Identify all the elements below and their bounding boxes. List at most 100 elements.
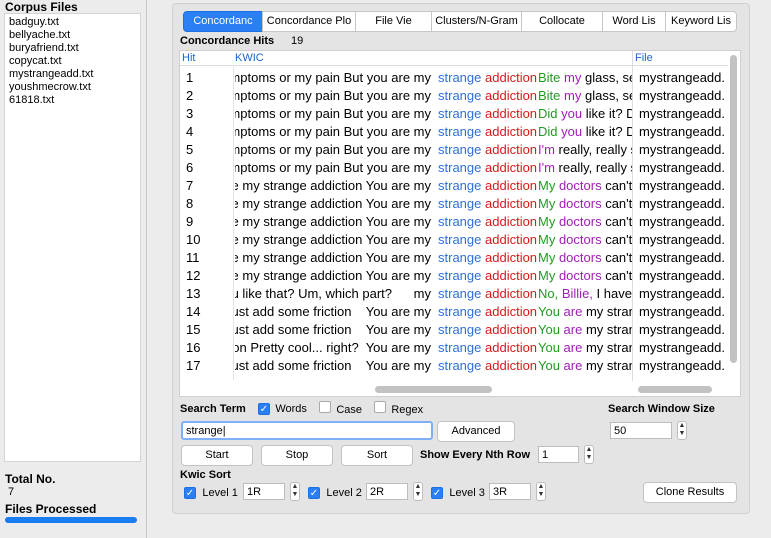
- tab-word-list[interactable]: Word Lis: [602, 11, 666, 32]
- right-context-word: Did: [538, 106, 558, 121]
- tab-keyword-list[interactable]: Keyword Lis: [665, 11, 737, 32]
- left-context-text: are my strange addiction You are my: [235, 250, 431, 265]
- node-word: strange: [438, 232, 482, 247]
- total-no-value: 7: [8, 486, 15, 498]
- right-context: No, Billie, I haven: [538, 285, 632, 303]
- corpus-file-item[interactable]: youshmecrow.txt: [9, 81, 91, 94]
- file-name: mystrangeadd.t: [639, 196, 724, 211]
- corpus-file-list[interactable]: badguy.txt bellyache.txt buryafriend.txt co…: [4, 13, 141, 462]
- search-window-size-label: Search Window Size: [608, 403, 715, 415]
- search-term-input[interactable]: strange|: [181, 421, 433, 440]
- search-window-size-stepper[interactable]: ▲ ▼: [677, 421, 687, 440]
- level-2-option[interactable]: ✓ Level 2: [308, 485, 362, 499]
- file-name: mystrangeadd.t: [639, 304, 724, 319]
- column-header-hit[interactable]: Hit: [182, 51, 195, 65]
- file-horizontal-scrollbar[interactable]: [638, 386, 712, 393]
- table-row[interactable]: 13 you like that? Um, which part? my stran…: [180, 285, 728, 303]
- table-row[interactable]: 4 symptoms or my pain But you are my stran…: [180, 123, 728, 141]
- right-context-word: I haven: [596, 286, 632, 301]
- corpus-file-item[interactable]: mystrangeadd.txt: [9, 68, 93, 81]
- file-name: mystrangeadd.t: [639, 286, 724, 301]
- table-row[interactable]: 8 are my strange addiction You are my stra…: [180, 195, 728, 213]
- corpus-file-item[interactable]: badguy.txt: [9, 16, 59, 29]
- advanced-button[interactable]: Advanced: [437, 421, 515, 442]
- start-button[interactable]: Start: [181, 445, 253, 466]
- level-1-checkbox[interactable]: ✓: [184, 487, 196, 499]
- right-context-word: my strange: [585, 358, 632, 373]
- table-row[interactable]: 10 are my strange addiction You are my str…: [180, 231, 728, 249]
- nth-row-input[interactable]: 1: [538, 446, 579, 463]
- right-context-word: My: [538, 268, 556, 283]
- level-3-input[interactable]: 3R: [489, 483, 531, 500]
- left-context-text: symptoms or my pain But you are my: [235, 106, 431, 121]
- table-row[interactable]: 7 are my strange addiction You are my stra…: [180, 177, 728, 195]
- level-3-stepper[interactable]: ▲ ▼: [536, 482, 546, 501]
- case-option[interactable]: Case: [319, 401, 362, 416]
- header-divider: [180, 65, 728, 66]
- level-1-input[interactable]: 1R: [243, 483, 285, 500]
- level-1-option[interactable]: ✓ Level 1: [184, 485, 238, 499]
- right-context-word: You: [538, 322, 560, 337]
- sort-button[interactable]: Sort: [341, 445, 413, 466]
- hit-number: 7: [186, 178, 194, 193]
- file-name: mystrangeadd.t: [639, 88, 724, 103]
- hit-number: 6: [186, 160, 194, 175]
- right-context-word: like it? Dic: [585, 124, 632, 139]
- level-2-input[interactable]: 2R: [366, 483, 408, 500]
- left-context: e Just add some friction You are my: [235, 321, 431, 339]
- table-row[interactable]: 5 symptoms or my pain But you are my stran…: [180, 141, 728, 159]
- table-row[interactable]: 6 symptoms or my pain But you are my stran…: [180, 159, 728, 177]
- right-context-word: can't e: [605, 196, 632, 211]
- tab-file-view[interactable]: File Vie: [355, 11, 432, 32]
- corpus-file-item[interactable]: buryafriend.txt: [9, 42, 79, 55]
- left-context: symptoms or my pain But you are my: [235, 141, 431, 159]
- corpus-file-item[interactable]: 61818.txt: [9, 94, 54, 107]
- tab-concordance[interactable]: Concordanc: [183, 11, 263, 32]
- case-checkbox[interactable]: [319, 401, 331, 413]
- level-2-stepper[interactable]: ▲ ▼: [413, 482, 423, 501]
- level-1-stepper[interactable]: ▲ ▼: [290, 482, 300, 501]
- column-header-file[interactable]: File: [635, 51, 653, 65]
- level-3-checkbox[interactable]: ✓: [431, 487, 443, 499]
- table-row[interactable]: 1 symptoms or my pain But you are my stran…: [180, 69, 728, 87]
- right-context-word: my: [560, 88, 582, 103]
- tab-clusters[interactable]: Clusters/N-Gram: [431, 11, 522, 32]
- words-option[interactable]: ✓ Words: [258, 401, 307, 415]
- right-context-word: you: [557, 106, 583, 121]
- stop-button[interactable]: Stop: [261, 445, 333, 466]
- right-context: You are my strange: [538, 339, 632, 357]
- table-row[interactable]: 9 are my strange addiction You are my stra…: [180, 213, 728, 231]
- tab-collocates[interactable]: Collocate: [521, 11, 603, 32]
- level-1-label: Level 1: [202, 487, 238, 499]
- table-row[interactable]: 16 ction Pretty cool... right? You are my…: [180, 339, 728, 357]
- table-row[interactable]: 15 e Just add some friction You are my str…: [180, 321, 728, 339]
- column-header-kwic[interactable]: KWIC: [235, 51, 264, 65]
- table-row[interactable]: 2 symptoms or my pain But you are my stran…: [180, 87, 728, 105]
- search-window-size-input[interactable]: 50: [610, 422, 672, 439]
- table-row[interactable]: 12 are my strange addiction You are my str…: [180, 267, 728, 285]
- left-context-text: e Just add some friction You are my: [235, 358, 431, 373]
- left-context-text: you like that? Um, which part? my: [235, 286, 431, 301]
- words-checkbox[interactable]: ✓: [258, 403, 270, 415]
- table-row[interactable]: 14 e Just add some friction You are my str…: [180, 303, 728, 321]
- collocate-word: addiction: [485, 214, 538, 229]
- regex-checkbox[interactable]: [374, 401, 386, 413]
- table-row[interactable]: 3 symptoms or my pain But you are my stran…: [180, 105, 728, 123]
- node-word: strange: [438, 196, 482, 211]
- kwic-horizontal-scrollbar[interactable]: [375, 386, 492, 393]
- corpus-file-item[interactable]: copycat.txt: [9, 55, 62, 68]
- vertical-scrollbar[interactable]: [730, 55, 737, 363]
- corpus-file-item[interactable]: bellyache.txt: [9, 29, 70, 42]
- level-2-checkbox[interactable]: ✓: [308, 487, 320, 499]
- collocate-word: addiction: [485, 304, 538, 319]
- keyword-node: strange addiction: [438, 285, 537, 303]
- level-3-option[interactable]: ✓ Level 3: [431, 485, 485, 499]
- clone-results-button[interactable]: Clone Results: [643, 482, 737, 503]
- right-context: My doctors can't e: [538, 213, 632, 231]
- nth-row-stepper[interactable]: ▲ ▼: [584, 445, 594, 464]
- tab-concordance-plot[interactable]: Concordance Plo: [262, 11, 356, 32]
- table-row[interactable]: 11 are my strange addiction You are my str…: [180, 249, 728, 267]
- node-word: strange: [438, 358, 482, 373]
- regex-option[interactable]: Regex: [374, 401, 423, 416]
- table-row[interactable]: 17 e Just add some friction You are my str…: [180, 357, 728, 375]
